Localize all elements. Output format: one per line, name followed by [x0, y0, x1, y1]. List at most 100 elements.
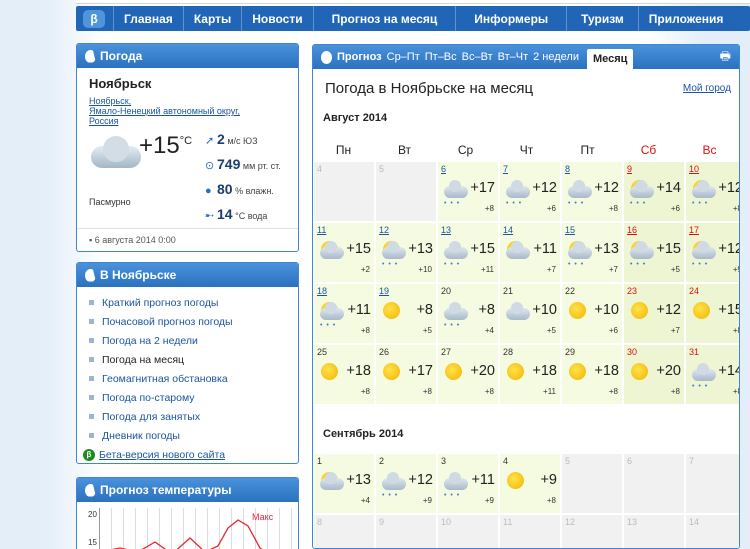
day-cell[interactable]: 30 +20 +8: [624, 345, 684, 404]
link-busy[interactable]: Погода для занятых: [89, 407, 298, 426]
day-cell[interactable]: 6: [624, 454, 684, 513]
day-number: 2: [379, 456, 385, 466]
current-temp: +15°C: [139, 132, 193, 159]
day-cell[interactable]: 4: [314, 162, 374, 221]
day-cell[interactable]: 25 +18 +8: [314, 345, 374, 404]
nav-tourism[interactable]: Туризм: [566, 6, 638, 31]
day-cell[interactable]: 6 +17 +8 • • •: [438, 162, 498, 221]
day-cell[interactable]: 24 +15 +8: [686, 284, 739, 343]
day-high: +8: [478, 302, 495, 318]
drop-logo-icon: [85, 483, 95, 498]
day-cell[interactable]: 7: [686, 454, 739, 513]
nav-news[interactable]: Новости: [241, 6, 312, 31]
day-cell[interactable]: 14 +11 +7: [500, 223, 560, 282]
precip-icon: • • •: [506, 200, 523, 207]
region-link-city[interactable]: Ноябрьск,: [89, 96, 240, 106]
day-cell[interactable]: 3 +11 +9 • • •: [438, 454, 498, 513]
day-number: 16: [627, 225, 638, 235]
day-cell[interactable]: 8 +12 +8 • • •: [562, 162, 622, 221]
day-cell[interactable]: 22 +10 +6: [562, 284, 622, 343]
night-low: +5: [422, 326, 432, 335]
humidity-icon: ●: [205, 185, 212, 197]
day-cell[interactable]: 23 +12 +7: [624, 284, 684, 343]
day-cell[interactable]: 7 +12 +6 • • •: [500, 162, 560, 221]
day-cell[interactable]: 26 +17 +8: [376, 345, 436, 404]
link-month-current: Погода на месяц: [89, 350, 298, 369]
day-cell[interactable]: 2 +12 +9 • • •: [376, 454, 436, 513]
day-cell[interactable]: 31 +14 +8 • • •: [686, 345, 739, 404]
day-cell[interactable]: 13: [624, 515, 684, 548]
y-tick-15: 15: [88, 538, 97, 547]
day-cell[interactable]: 16 +15 +5 • • •: [624, 223, 684, 282]
nav-apps[interactable]: Приложения: [637, 6, 734, 31]
day-high: +14: [718, 363, 739, 379]
drop-logo-icon: [85, 49, 95, 64]
cloud-icon: [382, 470, 406, 492]
day-cell[interactable]: 21 +10 +5: [500, 284, 560, 343]
link-diary[interactable]: Дневник погоды: [89, 426, 298, 445]
day-cell[interactable]: 1 +13 +4: [314, 454, 374, 513]
cloud-icon: [444, 300, 468, 322]
tab-fri-sun[interactable]: Пт–Вс: [425, 45, 457, 69]
forecast-title: Погода в Ноябрьске на месяц: [325, 80, 534, 97]
sun-cloud-icon: [320, 239, 344, 261]
other-city-link[interactable]: Мой город: [683, 83, 731, 94]
day-cell[interactable]: 11 +15 +2: [314, 223, 374, 282]
day-cell[interactable]: 18 +11 +8 • • •: [314, 284, 374, 343]
region-link-country[interactable]: Россия: [89, 116, 240, 126]
sun-icon: [506, 361, 530, 383]
link-hourly-forecast[interactable]: Почасовой прогноз погоды: [89, 312, 298, 331]
day-cell[interactable]: 12 +13 +10 • • •: [376, 223, 436, 282]
day-cell[interactable]: 12: [562, 515, 622, 548]
tab-sun-tue[interactable]: Вс–Вт: [462, 45, 493, 69]
day-cell[interactable]: 14: [686, 515, 739, 548]
day-cell[interactable]: 8: [314, 515, 374, 548]
day-number: 14: [503, 225, 514, 235]
day-cell[interactable]: 4 +9 +8: [500, 454, 560, 513]
day-cell[interactable]: 17 +12 +9 • • •: [686, 223, 739, 282]
day-cell[interactable]: 10 +12 +8 • • •: [686, 162, 739, 221]
day-cell[interactable]: 5: [376, 162, 436, 221]
day-cell[interactable]: 20 +8 +4 • • •: [438, 284, 498, 343]
tab-tue-thu[interactable]: Вт–Чт: [498, 45, 529, 69]
tab-2-weeks[interactable]: 2 недели: [533, 45, 579, 69]
night-low: +8: [608, 204, 618, 213]
day-cell[interactable]: 11: [500, 515, 560, 548]
link-geomagnetic[interactable]: Геомагнитная обстановка: [89, 369, 298, 388]
day-number: 8: [317, 517, 323, 527]
cloud-icon: [568, 178, 592, 200]
link-beta-site[interactable]: β Бета-версия нового сайта: [83, 445, 298, 463]
tab-month-active[interactable]: Месяц: [586, 49, 634, 69]
day-cell[interactable]: 27 +20 +8: [438, 345, 498, 404]
city-links-box: В Ноябрьске Краткий прогноз погоды Почас…: [76, 262, 299, 464]
nav-month-forecast[interactable]: Прогноз на месяц: [312, 6, 456, 31]
day-number: 6: [627, 456, 633, 466]
day-cell[interactable]: 13 +15 +11 • • •: [438, 223, 498, 282]
tab-wed-fri[interactable]: Ср–Пт: [387, 45, 420, 69]
link-2-weeks[interactable]: Погода на 2 недели: [89, 331, 298, 350]
day-high: +9: [540, 472, 557, 488]
beta-logo-icon[interactable]: β: [83, 9, 105, 28]
day-number: 5: [565, 456, 571, 466]
link-short-forecast[interactable]: Краткий прогноз погоды: [89, 293, 298, 312]
day-cell[interactable]: 19 +8 +5: [376, 284, 436, 343]
day-cell[interactable]: 15 +13 +7 • • •: [562, 223, 622, 282]
sun-cloud-icon: [692, 178, 716, 200]
day-high: +11: [533, 241, 557, 257]
region-link-okrug[interactable]: Ямало-Ненецкий автономный округ,: [89, 106, 240, 116]
wind-icon: ➚: [205, 135, 215, 147]
link-old-style[interactable]: Погода по-старому: [89, 388, 298, 407]
day-cell[interactable]: 5: [562, 454, 622, 513]
day-cell[interactable]: 10: [438, 515, 498, 548]
day-cell[interactable]: 9 +14 +6 • • •: [624, 162, 684, 221]
day-high: +17: [408, 363, 433, 379]
nav-informers[interactable]: Информеры: [455, 6, 566, 31]
nav-main[interactable]: Главная: [113, 6, 183, 31]
sun-cloud-icon: [630, 239, 654, 261]
day-cell[interactable]: 29 +18 +8: [562, 345, 622, 404]
nav-maps[interactable]: Карты: [182, 6, 241, 31]
day-cell[interactable]: 9: [376, 515, 436, 548]
region-links: Ноябрьск, Ямало-Ненецкий автономный окру…: [89, 96, 240, 126]
printer-icon[interactable]: 🖶: [720, 45, 731, 69]
day-cell[interactable]: 28 +18 +11: [500, 345, 560, 404]
